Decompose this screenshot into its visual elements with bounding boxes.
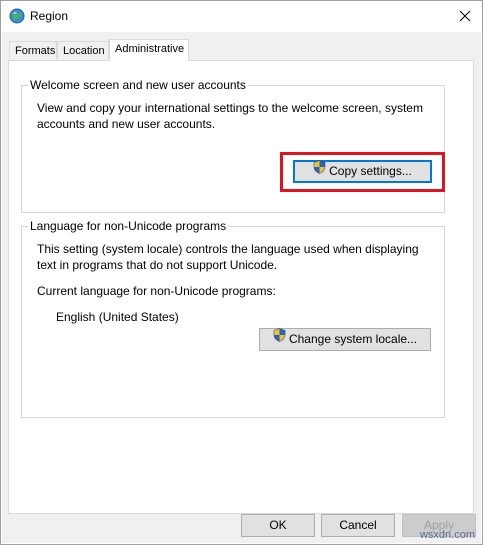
copy-settings-label: Copy settings...	[329, 164, 412, 178]
uac-shield-icon	[273, 328, 286, 349]
welcome-group-label: Welcome screen and new user accounts	[28, 78, 248, 92]
close-button[interactable]	[448, 1, 482, 32]
region-dialog: Region Formats Location Administrative W…	[0, 0, 483, 545]
ok-button[interactable]: OK	[241, 514, 315, 537]
watermark: wsxdn.com	[419, 529, 475, 541]
non-unicode-group: Language for non-Unicode programs This s…	[21, 219, 445, 418]
welcome-description-line1: View and copy your international setting…	[37, 101, 423, 115]
current-language-value: English (United States)	[56, 310, 179, 324]
globe-icon	[9, 8, 25, 24]
change-system-locale-label: Change system locale...	[288, 332, 418, 346]
dialog-client: Formats Location Administrative Welcome …	[2, 32, 481, 543]
window-title: Region	[30, 9, 69, 23]
uac-shield-icon	[313, 160, 326, 181]
copy-settings-button[interactable]: Copy settings...	[293, 160, 432, 183]
welcome-description-line2: accounts and new user accounts.	[37, 117, 216, 131]
welcome-group: Welcome screen and new user accounts Vie…	[21, 78, 445, 213]
non-unicode-group-label: Language for non-Unicode programs	[28, 219, 229, 233]
tab-location[interactable]: Location	[57, 41, 109, 59]
cancel-button[interactable]: Cancel	[321, 514, 395, 537]
tab-panel-administrative: Welcome screen and new user accounts Vie…	[8, 60, 474, 514]
non-unicode-description-line2: text in programs that do not support Uni…	[37, 258, 278, 272]
close-icon	[459, 10, 471, 22]
non-unicode-description-line1: This setting (system locale) controls th…	[37, 242, 419, 256]
current-language-label: Current language for non-Unicode program…	[37, 284, 276, 298]
title-bar[interactable]: Region	[1, 1, 482, 32]
change-system-locale-button[interactable]: Change system locale...	[259, 328, 431, 351]
tab-administrative[interactable]: Administrative	[109, 39, 189, 61]
tab-formats[interactable]: Formats	[9, 41, 57, 59]
